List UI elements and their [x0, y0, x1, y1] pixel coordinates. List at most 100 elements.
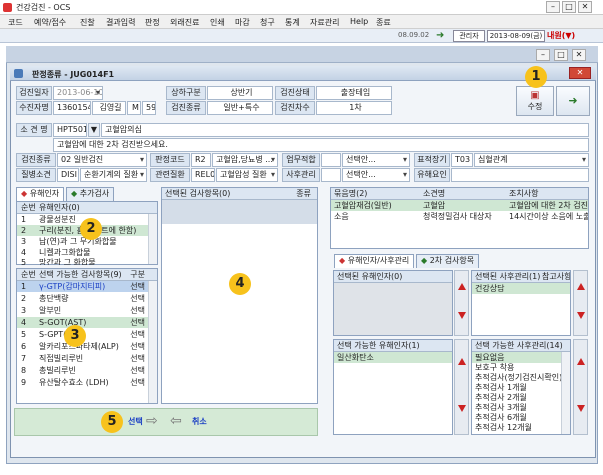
judge-code-field[interactable]: R2 [191, 153, 211, 167]
test-kind: 선택 [130, 366, 145, 375]
arrow-down-icon[interactable] [458, 405, 466, 412]
list-item[interactable]: 추적검사 12개월 [472, 422, 562, 434]
cancel-button-label[interactable]: 취소 [192, 416, 207, 427]
menu-item-data[interactable]: 자료관리 [310, 17, 339, 28]
finding-dropdown-icon[interactable]: ▼ [88, 123, 100, 137]
dialog-close-button[interactable]: ✕ [569, 67, 591, 79]
selected-harm-body [334, 283, 452, 335]
after-list-scrollbar[interactable] [561, 352, 570, 434]
tab-harm-factor[interactable]: ◆ 유해인자 [16, 187, 65, 201]
harm-factor-field[interactable] [451, 168, 589, 182]
exit-button[interactable]: ➜ [556, 86, 590, 116]
exit-icon[interactable]: ➜ [436, 30, 444, 41]
target-organ-select[interactable]: 심혈관계 [474, 153, 589, 167]
after-move-buttons [573, 270, 588, 336]
menu-item-print[interactable]: 인쇄 [210, 17, 225, 28]
finding-code-field[interactable]: HPT501 [53, 123, 87, 137]
status-field: 출장테임 [316, 86, 392, 100]
menu-item-help[interactable]: Help [350, 17, 368, 26]
menu-item-claim[interactable]: 청구 [260, 17, 275, 28]
visit-indicator[interactable]: 내원(▼) [547, 30, 575, 41]
arrow-right-icon[interactable]: ⇨ [146, 413, 158, 429]
half-field: 상반기 [207, 86, 273, 100]
close-icon[interactable]: ✕ [578, 1, 592, 13]
app-titlebar: 건강검진 - OCS – □ ✕ [0, 0, 603, 15]
bundle-header: 묶음명(2) 소견명 조치사항 [331, 188, 588, 200]
tab-harm-after[interactable]: ◆ 유해인자/사후관리 [334, 254, 415, 268]
harm-col-name: 유해인자(0) [39, 203, 80, 212]
harm-name: 광물성분진 [39, 215, 76, 224]
arrow-down-icon[interactable] [577, 312, 585, 319]
annotation-badge-1: 1 [525, 66, 547, 88]
round-label: 검진차수 [275, 101, 315, 115]
menu-item-exam[interactable]: 진찰 [80, 17, 95, 28]
menu-item-stats[interactable]: 통계 [285, 17, 300, 28]
save-button[interactable]: ▣ 수정 [516, 86, 554, 116]
mdi-close-icon[interactable]: ✕ [572, 49, 586, 61]
select-button-label[interactable]: 선택 [128, 416, 143, 427]
mdi-maximize-icon[interactable]: □ [554, 49, 568, 61]
menu-item-judge[interactable]: 판정 [145, 17, 160, 28]
arrow-up-icon[interactable] [458, 283, 466, 290]
maximize-icon[interactable]: □ [562, 1, 576, 13]
table-row[interactable]: 7 직접빌리루빈 선택 [17, 353, 149, 364]
finding-name-field[interactable]: 고혈압의심 [101, 123, 589, 137]
arrow-down-icon[interactable] [577, 405, 585, 412]
table-row[interactable]: 4 S-GOT(AST) 선택 [17, 317, 149, 328]
menu-item-reservation[interactable]: 예약/접수 [34, 17, 66, 28]
exam-kind-select[interactable]: 02 일반검진 [57, 153, 147, 167]
list-item[interactable]: 5 망간과 그 화합물 [17, 257, 149, 265]
table-row[interactable]: 2 총단백량 선택 [17, 293, 149, 304]
test-list-scrollbar[interactable] [148, 281, 157, 403]
test-kind: 선택 [130, 318, 145, 327]
list-item[interactable]: 건강상담 [472, 283, 570, 294]
menu-item-code[interactable]: 코드 [8, 17, 23, 28]
test-kind: 선택 [130, 378, 145, 387]
harm-list-scrollbar[interactable] [148, 214, 157, 264]
menu-item-result[interactable]: 결과입력 [106, 17, 135, 28]
arrow-up-icon[interactable] [577, 283, 585, 290]
menu-item-close[interactable]: 마감 [235, 17, 250, 28]
toolbar: 08.09.02 ➜ 관리자 2013-08-09(금) 내원(▼) [0, 29, 603, 43]
table-row[interactable]: 9 유산탈수효소 (LDH) 선택 [17, 377, 149, 388]
work-fit-code[interactable] [321, 153, 341, 167]
arrow-up-icon[interactable] [458, 358, 466, 365]
table-row[interactable]: 고혈압재검(일반) 고혈압 고혈압에 대한 2차 검진받 [331, 200, 588, 211]
exam-date-field[interactable]: 2013-06-10 [53, 86, 103, 100]
after-select[interactable]: 선택안... [342, 168, 410, 182]
judge-code-select[interactable]: 고혈압,당뇨병 ... [212, 153, 278, 167]
arrow-down-icon[interactable] [458, 312, 466, 319]
selected-test-panel: 선택된 검사항목(0) 종류 [161, 187, 318, 404]
related-code[interactable]: REL03 [191, 168, 215, 182]
harm-no: 1 [21, 215, 27, 224]
list-item[interactable]: 일산화탄소 [334, 352, 452, 363]
table-row[interactable]: 3 알부민 선택 [17, 305, 149, 316]
arrow-up-icon[interactable] [577, 358, 585, 365]
table-row[interactable]: 소음 청력정밀검사 대상자 14시간이상 소음에 노출되 [331, 211, 588, 222]
related-select[interactable]: 고혈압성 질환 [216, 168, 278, 182]
menubar: 코드 예약/접수 진찰 결과입력 판정 외래진료 인쇄 마감 청구 통계 자료관… [0, 15, 603, 29]
selected-after-col-name: 선택된 사후관리(1) [475, 272, 541, 281]
menu-item-outpatient[interactable]: 외래진료 [170, 17, 199, 28]
finding-description-field[interactable]: 고혈압에 대한 2차 검진받으세요. [53, 138, 589, 152]
minimize-icon[interactable]: – [546, 1, 560, 13]
tab-additional-test[interactable]: ◆ 추가검사 [66, 187, 115, 201]
work-fit-select[interactable]: 선택안... [342, 153, 410, 167]
tab-second-test[interactable]: ◆ 2차 검사항목 [416, 254, 480, 268]
after-move-buttons-2 [573, 339, 588, 435]
name-label: 수진자명 [16, 101, 52, 115]
selected-harm-panel: 선택된 유해인자(0) [333, 270, 453, 336]
arrow-left-icon[interactable]: ⇦ [170, 413, 182, 429]
disease-code[interactable]: DISI [57, 168, 79, 182]
list-item[interactable]: 3 납(연)과 그 무기화합물 [17, 236, 149, 247]
disease-select[interactable]: 순환기계의 질환 [80, 168, 147, 182]
target-organ-code[interactable]: T03 [451, 153, 473, 167]
table-row[interactable]: 1 γ-GTP(감마지티피) 선택 [17, 281, 149, 292]
test-kind: 선택 [130, 342, 145, 351]
after-code[interactable] [321, 168, 341, 182]
menu-item-exit[interactable]: 종료 [376, 17, 391, 28]
test-name: 직접빌리루빈 [39, 354, 84, 363]
mdi-minimize-icon[interactable]: – [536, 49, 550, 61]
age-field: 59 [142, 101, 156, 115]
table-row[interactable]: 8 총빌리루빈 선택 [17, 365, 149, 376]
